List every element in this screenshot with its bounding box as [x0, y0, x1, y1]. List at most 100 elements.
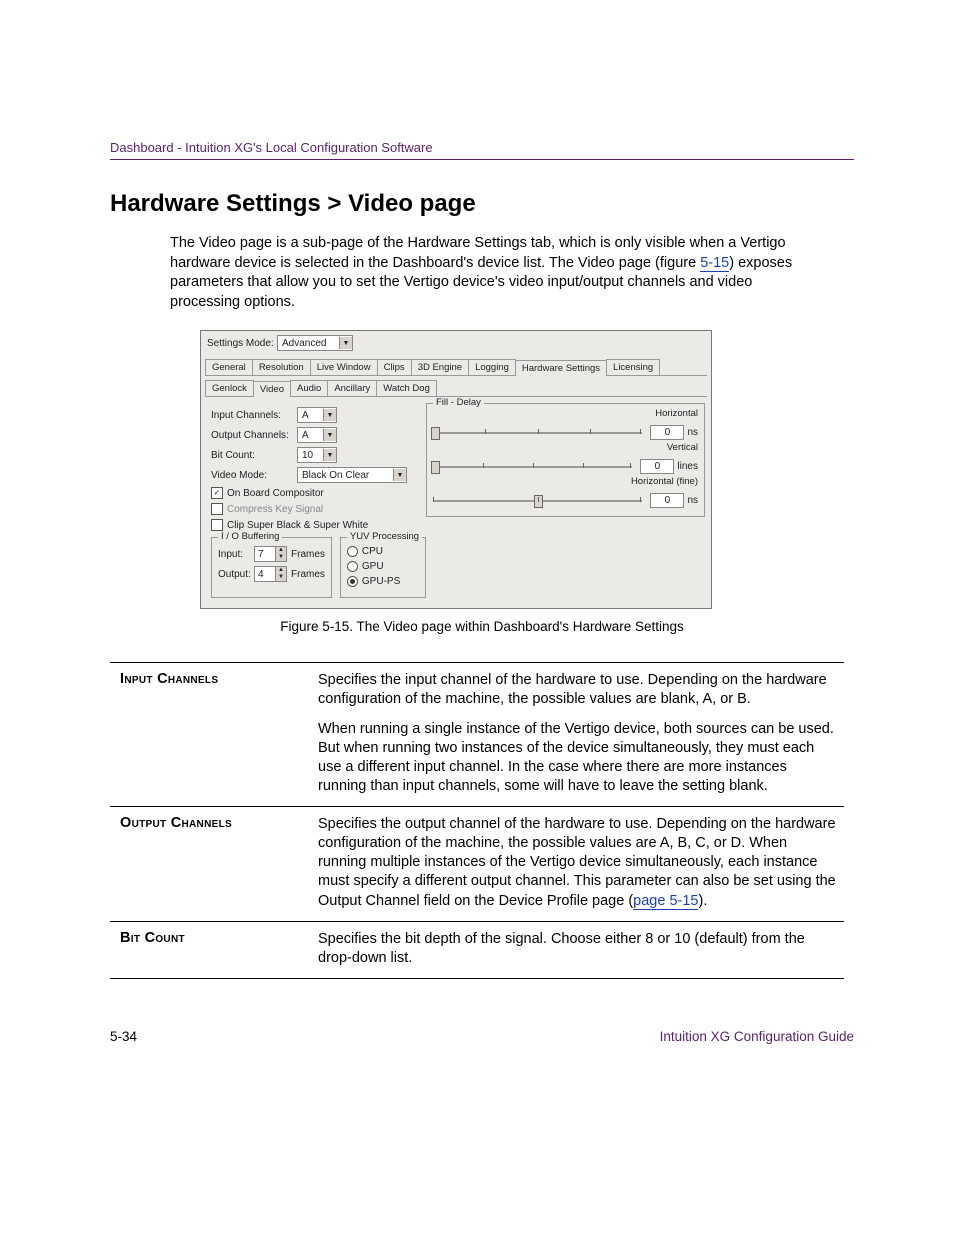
- page-xref[interactable]: page 5-15: [633, 893, 698, 910]
- output-channels-dropdown[interactable]: A ▼: [297, 427, 337, 443]
- clip-super-label: Clip Super Black & Super White: [227, 520, 368, 531]
- tab-clips[interactable]: Clips: [377, 359, 412, 375]
- bit-count-label: Bit Count:: [211, 450, 297, 461]
- table-row: Output Channels Specifies the output cha…: [110, 807, 844, 922]
- io-output-stepper[interactable]: 4 ▲▼: [254, 566, 287, 582]
- yuv-gpu-label: GPU: [362, 561, 384, 572]
- footer-guide-title: Intuition XG Configuration Guide: [660, 1029, 854, 1044]
- output-channels-label: Output Channels:: [211, 430, 297, 441]
- horizontal-value: 0: [650, 425, 684, 440]
- onboard-compositor-label: On Board Compositor: [227, 488, 324, 499]
- onboard-compositor-row[interactable]: ✓ On Board Compositor: [211, 487, 426, 499]
- output-channels-desc: Specifies the output channel of the hard…: [318, 815, 838, 911]
- vertical-value: 0: [640, 459, 674, 474]
- io-output-unit: Frames: [291, 569, 325, 580]
- intro-paragraph: The Video page is a sub-page of the Hard…: [170, 234, 814, 312]
- horizontal-fine-label: Horizontal (fine): [433, 476, 698, 487]
- tab-live-window[interactable]: Live Window: [310, 359, 378, 375]
- tab-licensing[interactable]: Licensing: [606, 359, 660, 375]
- horizontal-fine-value: 0: [650, 493, 684, 508]
- intro-text-pre: The Video page is a sub-page of the Hard…: [170, 235, 786, 271]
- fill-delay-title: Fill - Delay: [433, 397, 484, 408]
- yuv-gpups-label: GPU-PS: [362, 576, 400, 587]
- vertical-slider[interactable]: [433, 466, 632, 468]
- horizontal-slider[interactable]: [433, 432, 642, 434]
- video-mode-dropdown[interactable]: Black On Clear ▼: [297, 467, 407, 483]
- page-number: 5-34: [110, 1029, 137, 1044]
- figure-caption: Figure 5-15. The Video page within Dashb…: [110, 619, 854, 634]
- io-buffering-group: I / O Buffering Input: 7 ▲▼ Frames Outpu…: [211, 537, 332, 598]
- settings-mode-dropdown[interactable]: Advanced ▼: [277, 335, 353, 351]
- page-header: Dashboard - Intuition XG's Local Configu…: [110, 140, 854, 160]
- yuv-processing-group: YUV Processing CPU GPU GPU-PS: [340, 537, 426, 598]
- io-buffering-title: I / O Buffering: [218, 531, 282, 542]
- settings-mode-value: Advanced: [282, 338, 326, 349]
- video-page-screenshot: Settings Mode: Advanced ▼ General Resolu…: [200, 330, 712, 609]
- page-footer: 5-34 Intuition XG Configuration Guide: [110, 1029, 854, 1044]
- io-output-label: Output:: [218, 569, 254, 580]
- bit-count-desc: Specifies the bit depth of the signal. C…: [318, 930, 838, 968]
- horizontal-fine-slider[interactable]: [433, 500, 642, 502]
- table-row: Input Channels Specifies the input chann…: [110, 663, 844, 807]
- yuv-gpups-row[interactable]: GPU-PS: [347, 576, 419, 587]
- subtab-audio[interactable]: Audio: [290, 380, 328, 396]
- compress-key-label: Compress Key Signal: [227, 504, 323, 515]
- yuv-cpu-label: CPU: [362, 546, 383, 557]
- subtab-video[interactable]: Video: [253, 381, 291, 397]
- io-input-stepper[interactable]: 7 ▲▼: [254, 546, 287, 562]
- chevron-down-icon: ▼: [339, 337, 352, 349]
- horizontal-unit: ns: [687, 427, 698, 438]
- subtab-ancillary[interactable]: Ancillary: [327, 380, 377, 396]
- horizontal-fine-unit: ns: [687, 495, 698, 506]
- tab-resolution[interactable]: Resolution: [252, 359, 311, 375]
- yuv-cpu-row[interactable]: CPU: [347, 546, 419, 557]
- io-input-unit: Frames: [291, 549, 325, 560]
- slider-thumb-icon: [431, 427, 440, 440]
- vertical-label: Vertical: [433, 442, 698, 453]
- input-channels-value: A: [302, 410, 309, 421]
- horizontal-label: Horizontal: [433, 408, 698, 419]
- input-channels-desc-2: When running a single instance of the Ve…: [318, 720, 838, 797]
- radio-icon: [347, 561, 358, 572]
- tab-3d-engine[interactable]: 3D Engine: [411, 359, 469, 375]
- io-input-value: 7: [258, 549, 264, 560]
- video-mode-label: Video Mode:: [211, 470, 297, 481]
- checkbox-icon: ✓: [211, 487, 223, 499]
- chevron-down-icon: ▼: [393, 469, 406, 481]
- sub-tabs: Genlock Video Audio Ancillary Watch Dog: [201, 376, 711, 396]
- radio-icon: [347, 576, 358, 587]
- chevron-down-icon: ▼: [323, 409, 336, 421]
- chevron-down-icon: ▼: [323, 429, 336, 441]
- checkbox-icon: [211, 503, 223, 515]
- row-name-bit-count: Bit Count: [110, 922, 318, 978]
- tab-hardware-settings[interactable]: Hardware Settings: [515, 360, 607, 376]
- description-table: Input Channels Specifies the input chann…: [110, 662, 844, 979]
- compress-key-row: Compress Key Signal: [211, 503, 426, 515]
- yuv-processing-title: YUV Processing: [347, 531, 422, 542]
- radio-icon: [347, 546, 358, 557]
- video-mode-value: Black On Clear: [302, 470, 369, 481]
- settings-mode-label: Settings Mode:: [207, 338, 277, 349]
- bit-count-dropdown[interactable]: 10 ▼: [297, 447, 337, 463]
- bit-count-value: 10: [302, 450, 313, 461]
- subtab-watch-dog[interactable]: Watch Dog: [376, 380, 437, 396]
- main-tabs: General Resolution Live Window Clips 3D …: [201, 355, 711, 375]
- input-channels-dropdown[interactable]: A ▼: [297, 407, 337, 423]
- table-row: Bit Count Specifies the bit depth of the…: [110, 922, 844, 979]
- figure-xref[interactable]: 5-15: [700, 255, 729, 272]
- slider-thumb-icon: [431, 461, 440, 474]
- yuv-gpu-row[interactable]: GPU: [347, 561, 419, 572]
- fill-delay-group: Fill - Delay Horizontal 0 ns Vertical: [426, 403, 705, 517]
- input-channels-label: Input Channels:: [211, 410, 297, 421]
- output-channels-value: A: [302, 430, 309, 441]
- output-channels-desc-post: ).: [698, 893, 707, 909]
- row-name-output-channels: Output Channels: [110, 807, 318, 921]
- tab-general[interactable]: General: [205, 359, 253, 375]
- chevron-down-icon: ▼: [323, 449, 336, 461]
- checkbox-icon: [211, 519, 223, 531]
- subtab-genlock[interactable]: Genlock: [205, 380, 254, 396]
- io-output-value: 4: [258, 569, 264, 580]
- input-channels-desc-1: Specifies the input channel of the hardw…: [318, 671, 838, 709]
- clip-super-row[interactable]: Clip Super Black & Super White: [211, 519, 426, 531]
- tab-logging[interactable]: Logging: [468, 359, 516, 375]
